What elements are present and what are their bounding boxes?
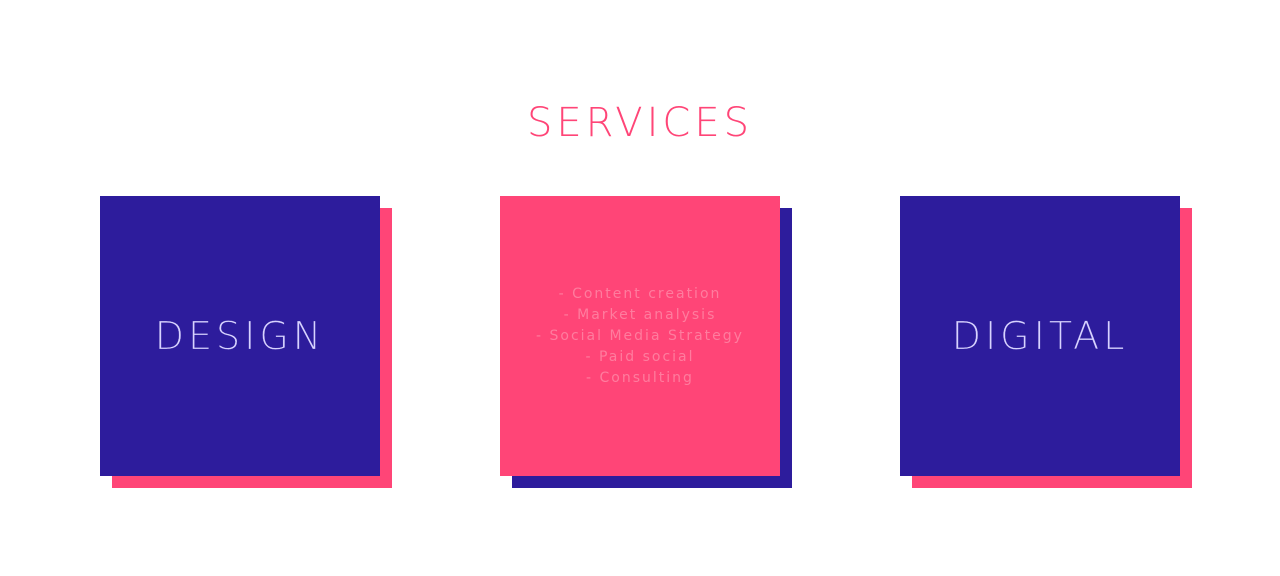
service-card-digital[interactable]: DIGITAL [900,196,1192,488]
service-list-item: - Market analysis [563,306,717,323]
card-face: DIGITAL [900,196,1180,476]
section-title: SERVICES [526,100,754,146]
service-list-item: - Social Media Strategy [536,327,744,344]
card-title-digital: DIGITAL [951,314,1129,358]
services-section: SERVICES DESIGN - Content creation - Mar… [0,0,1280,576]
service-list-item: - Content creation [558,285,722,302]
card-title-design: DESIGN [154,314,326,358]
service-list-item: - Paid social [585,348,695,365]
service-card-marketing[interactable]: - Content creation - Market analysis - S… [500,196,792,488]
card-face: DESIGN [100,196,380,476]
service-list: - Content creation - Market analysis - S… [536,284,744,389]
card-face: - Content creation - Market analysis - S… [500,196,780,476]
service-card-design[interactable]: DESIGN [100,196,392,488]
service-list-item: - Consulting [586,369,694,386]
